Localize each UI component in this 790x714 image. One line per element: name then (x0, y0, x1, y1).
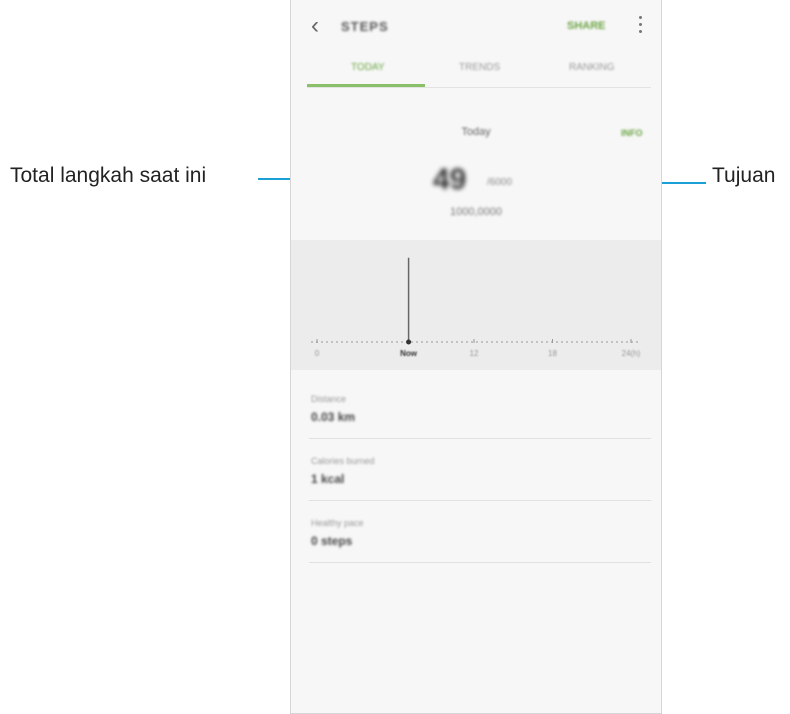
callout-goal: Tujuan (712, 164, 776, 187)
back-arrow-icon[interactable]: ‹ (311, 12, 319, 40)
now-marker (406, 339, 412, 345)
stat-value: 0 steps (311, 534, 353, 548)
current-steps: 49 (433, 163, 467, 196)
tab-trends[interactable]: TRENDS (459, 62, 500, 73)
tab-ranking[interactable]: RANKING (569, 62, 615, 73)
stat-label: Healthy pace (311, 518, 364, 528)
date-label: Today (461, 126, 491, 138)
page-title: STEPS (341, 19, 389, 34)
active-tab-indicator (307, 84, 425, 87)
stat-label: Calories burned (311, 456, 375, 466)
stat-value: 1 kcal (311, 472, 345, 486)
steps-chart: 0 Now 12 18 24(h) (291, 240, 661, 370)
tab-today[interactable]: TODAY (351, 62, 385, 73)
x-tick-label: 0 (315, 349, 320, 358)
x-tick-label: 24(h) (622, 349, 641, 358)
steps-goal: /6000 (487, 177, 513, 188)
tab-divider (307, 87, 651, 88)
stat-value: 0.03 km (311, 410, 356, 424)
share-button[interactable]: SHARE (567, 20, 606, 32)
stat-distance: Distance 0.03 km (309, 376, 651, 439)
app-bar: ‹ STEPS SHARE (291, 0, 661, 50)
stat-label: Distance (311, 394, 347, 404)
tab-bar: TODAY TRENDS RANKING (307, 56, 651, 88)
x-tick-label: 12 (470, 349, 479, 358)
x-tick-label: 18 (548, 349, 557, 358)
steps-chart-svg: 0 Now 12 18 24(h) (311, 257, 641, 358)
steps-subtitle: 1000,0000 (450, 206, 502, 218)
phone-screen: ‹ STEPS SHARE TODAY TRENDS RANKING INFO … (290, 0, 662, 714)
x-tick-label: Now (400, 349, 418, 358)
stat-healthy-pace: Healthy pace 0 steps (309, 500, 651, 563)
more-vertical-icon[interactable] (639, 16, 643, 37)
stat-calories: Calories burned 1 kcal (309, 438, 651, 501)
callout-current-steps: Total langkah saat ini (10, 164, 207, 187)
